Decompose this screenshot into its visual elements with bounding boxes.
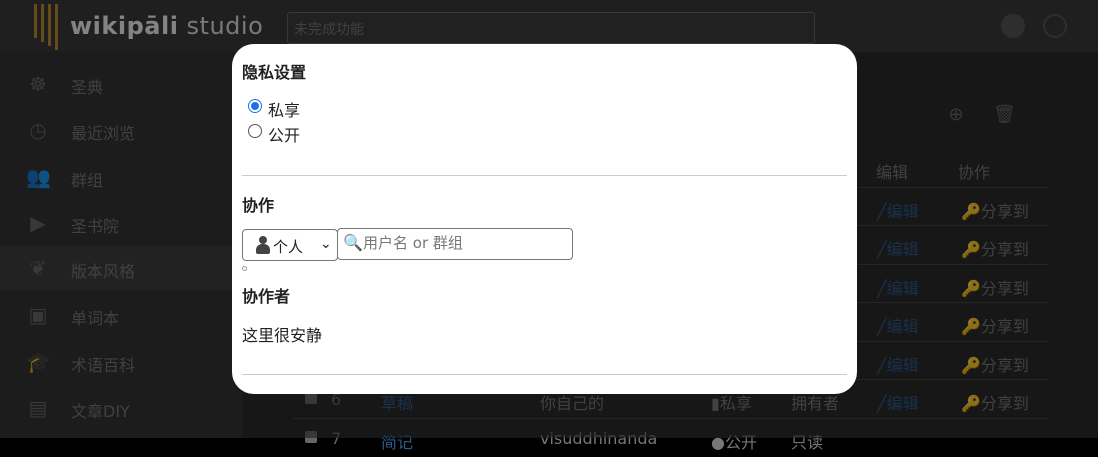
divider bbox=[242, 374, 847, 375]
user-search-input[interactable] bbox=[363, 233, 563, 253]
chevron-down-icon: ⌄ bbox=[320, 236, 332, 252]
collaboration-heading: 协作 bbox=[242, 196, 275, 215]
share-settings-dialog: 隐私设置 私享 公开 协作 个人 ⌄ 🔍 协作者 这里很安静 bbox=[232, 44, 857, 394]
person-icon bbox=[255, 236, 271, 254]
empty-state-text: 这里很安静 bbox=[242, 326, 323, 345]
divider bbox=[242, 175, 847, 176]
collaborators-heading: 协作者 bbox=[242, 287, 291, 306]
radio-private[interactable] bbox=[248, 99, 262, 113]
search-icon: 🔍 bbox=[343, 233, 363, 252]
privacy-settings-heading: 隐私设置 bbox=[242, 63, 307, 82]
user-search-field[interactable]: 🔍 bbox=[337, 228, 573, 260]
radio-public[interactable] bbox=[248, 124, 262, 138]
collaborator-type-select[interactable]: 个人 ⌄ bbox=[242, 229, 338, 261]
loading-indicator bbox=[242, 266, 247, 271]
